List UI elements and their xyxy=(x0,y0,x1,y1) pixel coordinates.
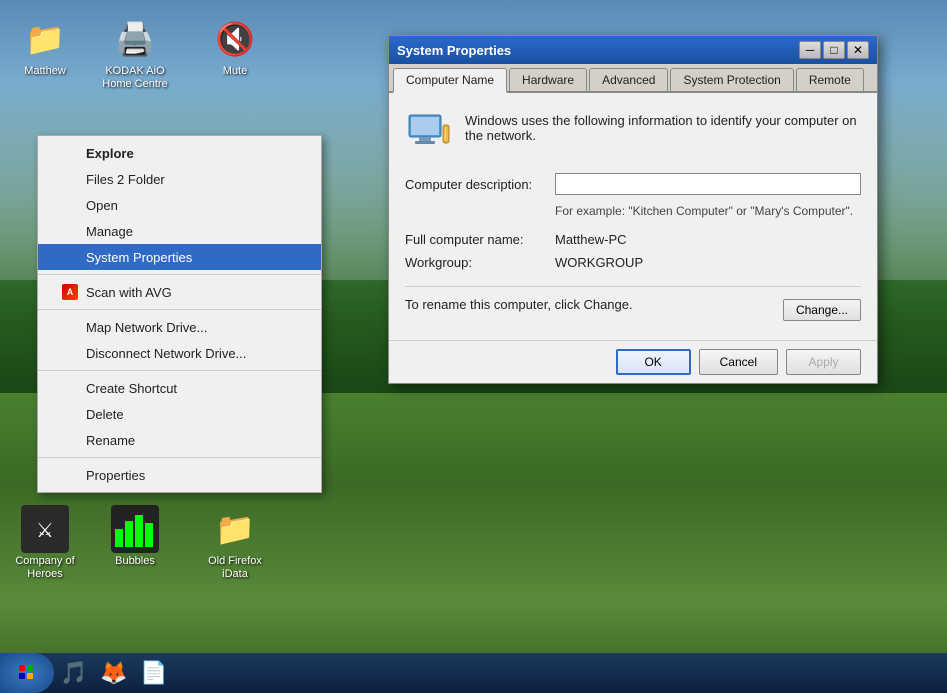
kodak-icon: 🖨️ xyxy=(111,15,159,63)
rename-text: To rename this computer, click Change. xyxy=(405,297,633,312)
workgroup-value: WORKGROUP xyxy=(555,255,643,270)
minimize-button[interactable]: ─ xyxy=(799,41,821,59)
computer-description-input[interactable] xyxy=(555,173,861,195)
ctx-explore[interactable]: Explore xyxy=(38,140,321,166)
dialog-buttons: OK Cancel Apply xyxy=(389,340,877,383)
tabs-bar: Computer Name Hardware Advanced System P… xyxy=(389,64,877,93)
ctx-manage[interactable]: Manage xyxy=(38,218,321,244)
ctx-properties[interactable]: Properties xyxy=(38,462,321,488)
desktop-icon-bubbles[interactable]: Bubbles xyxy=(95,505,175,568)
desktop-icon-company-heroes[interactable]: ⚔ Company ofHeroes xyxy=(5,505,85,581)
workgroup-row: Workgroup: WORKGROUP xyxy=(405,255,861,270)
ctx-delete-icon xyxy=(62,406,78,422)
computer-description-row: Computer description: xyxy=(405,173,861,195)
dialog-content: Windows uses the following information t… xyxy=(389,93,877,340)
company-heroes-icon: ⚔ xyxy=(21,505,69,553)
ctx-rename-icon xyxy=(62,432,78,448)
separator xyxy=(405,286,861,287)
mute-icon: 🔇 xyxy=(211,15,259,63)
ok-button[interactable]: OK xyxy=(616,349,691,375)
desktop-icon-old-firefox[interactable]: 📁 Old FirefoxiData xyxy=(195,505,275,581)
matthew-label: Matthew xyxy=(24,65,66,78)
tab-hardware[interactable]: Hardware xyxy=(509,68,587,91)
rename-row: To rename this computer, click Change. C… xyxy=(405,297,861,324)
info-text: Windows uses the following information t… xyxy=(465,109,861,143)
old-firefox-label: Old FirefoxiData xyxy=(208,555,262,581)
ctx-scan-avg[interactable]: A Scan with AVG xyxy=(38,279,321,305)
apply-button[interactable]: Apply xyxy=(786,349,861,375)
ctx-files2folder-icon xyxy=(62,171,78,187)
context-menu: Explore Files 2 Folder Open Manage Syste… xyxy=(37,135,322,493)
computer-description-label: Computer description: xyxy=(405,177,555,192)
maximize-button[interactable]: □ xyxy=(823,41,845,59)
ctx-system-properties-icon xyxy=(62,249,78,265)
tab-computer-name[interactable]: Computer Name xyxy=(393,68,507,93)
ctx-disconnect-drive[interactable]: Disconnect Network Drive... xyxy=(38,340,321,366)
cancel-button[interactable]: Cancel xyxy=(699,349,778,375)
desktop-icon-mute[interactable]: 🔇 Mute xyxy=(195,15,275,78)
workgroup-label: Workgroup: xyxy=(405,255,555,270)
computer-description-hint: For example: "Kitchen Computer" or "Mary… xyxy=(555,203,861,220)
kodak-label: KODAK AiOHome Centre xyxy=(102,65,167,91)
taskbar-firefox-icon[interactable]: 🦊 xyxy=(96,655,132,691)
desktop-icon-matthew[interactable]: 📁 Matthew xyxy=(5,15,85,78)
start-button[interactable] xyxy=(0,653,54,693)
ctx-separator-2 xyxy=(38,309,321,310)
full-computer-name-row: Full computer name: Matthew-PC xyxy=(405,232,861,247)
ctx-rename[interactable]: Rename xyxy=(38,427,321,453)
company-heroes-label: Company ofHeroes xyxy=(15,555,74,581)
taskbar: 🎵 🦊 📄 xyxy=(0,653,947,693)
tab-system-protection[interactable]: System Protection xyxy=(670,68,793,91)
ctx-explore-icon xyxy=(62,145,78,161)
ctx-system-properties[interactable]: System Properties xyxy=(38,244,321,270)
close-button[interactable]: ✕ xyxy=(847,41,869,59)
ctx-open-icon xyxy=(62,197,78,213)
svg-text:⚔: ⚔ xyxy=(36,520,54,542)
ctx-create-shortcut[interactable]: Create Shortcut xyxy=(38,375,321,401)
ctx-separator-1 xyxy=(38,274,321,275)
ctx-files2folder[interactable]: Files 2 Folder xyxy=(38,166,321,192)
computer-icon xyxy=(405,109,453,157)
full-computer-name-value: Matthew-PC xyxy=(555,232,627,247)
ctx-map-drive[interactable]: Map Network Drive... xyxy=(38,314,321,340)
tab-remote[interactable]: Remote xyxy=(796,68,864,91)
taskbar-page-icon[interactable]: 📄 xyxy=(136,655,172,691)
ctx-manage-icon xyxy=(62,223,78,239)
ctx-avg-icon: A xyxy=(62,284,78,300)
ctx-separator-4 xyxy=(38,457,321,458)
bubbles-label: Bubbles xyxy=(115,555,155,568)
ctx-open[interactable]: Open xyxy=(38,192,321,218)
ctx-properties-icon xyxy=(62,467,78,483)
full-computer-name-label: Full computer name: xyxy=(405,232,555,247)
system-properties-dialog: System Properties ─ □ ✕ Computer Name Ha… xyxy=(388,35,878,384)
ctx-disconnect-icon xyxy=(62,345,78,361)
dialog-title: System Properties xyxy=(397,43,511,58)
change-button[interactable]: Change... xyxy=(783,299,861,321)
old-firefox-icon: 📁 xyxy=(211,505,259,553)
bubbles-icon xyxy=(111,505,159,553)
desktop-icon-kodak[interactable]: 🖨️ KODAK AiOHome Centre xyxy=(95,15,175,91)
ctx-shortcut-icon xyxy=(62,380,78,396)
title-controls: ─ □ ✕ xyxy=(799,41,869,59)
mute-label: Mute xyxy=(223,65,247,78)
ctx-map-drive-icon xyxy=(62,319,78,335)
info-row: Windows uses the following information t… xyxy=(405,109,861,157)
tab-advanced[interactable]: Advanced xyxy=(589,68,668,91)
dialog-titlebar: System Properties ─ □ ✕ xyxy=(389,36,877,64)
matthew-folder-icon: 📁 xyxy=(21,15,69,63)
ctx-separator-3 xyxy=(38,370,321,371)
ctx-delete[interactable]: Delete xyxy=(38,401,321,427)
taskbar-audio-icon[interactable]: 🎵 xyxy=(56,655,92,691)
